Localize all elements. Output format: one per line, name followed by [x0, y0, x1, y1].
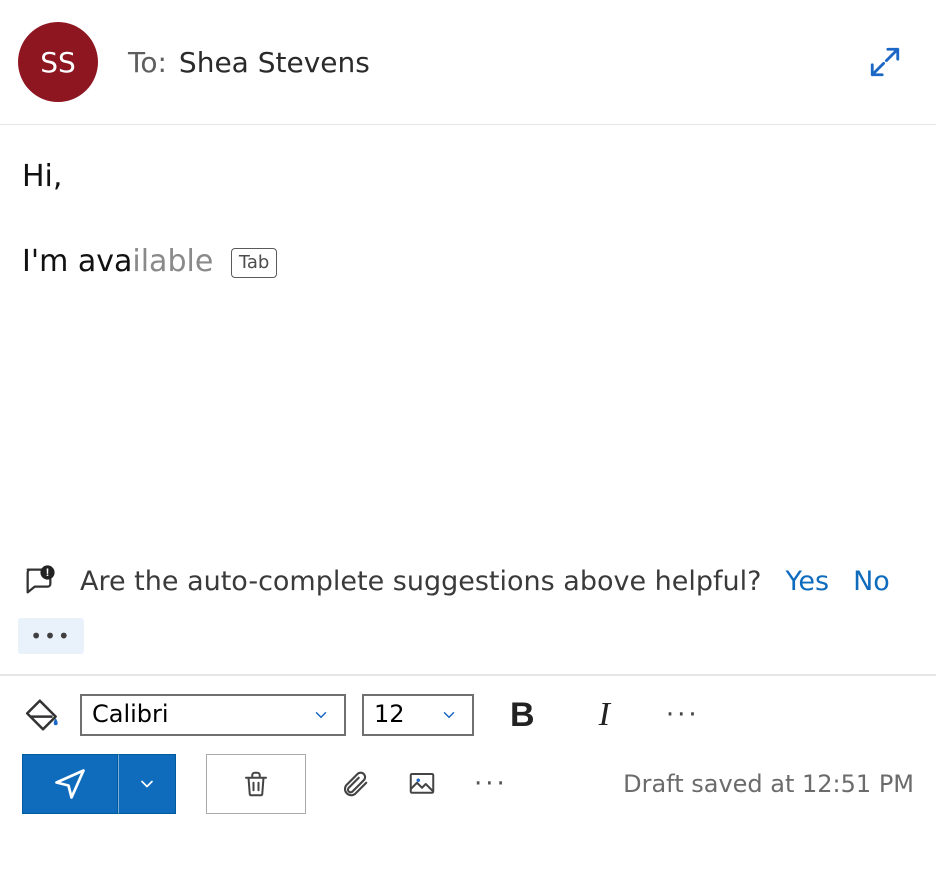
typed-text: I'm ava	[22, 244, 132, 279]
chevron-down-icon	[312, 706, 330, 724]
ellipsis-glyph: ···	[474, 769, 508, 799]
font-family-input[interactable]	[80, 694, 298, 736]
insert-image-button[interactable]	[404, 769, 440, 799]
feedback-question: Are the auto-complete suggestions above …	[80, 566, 761, 597]
paint-bucket-icon	[24, 696, 62, 734]
format-toolbar: B I ···	[0, 674, 936, 754]
send-options-dropdown[interactable]	[118, 754, 176, 814]
ellipsis-glyph: •••	[30, 624, 71, 648]
font-size-input[interactable]	[362, 694, 426, 736]
send-button[interactable]	[22, 754, 118, 814]
to-label: To:	[128, 46, 167, 79]
typed-text: Hi,	[22, 159, 62, 194]
message-body[interactable]: Hi, I'm available Tab	[0, 125, 936, 336]
feedback-icon: !	[22, 564, 56, 598]
to-field[interactable]: To: Shea Stevens	[128, 46, 370, 79]
image-icon	[404, 769, 440, 799]
compose-header: SS To: Shea Stevens	[0, 0, 936, 125]
autocomplete-suggestion: ilable	[132, 244, 213, 279]
bold-button[interactable]: B	[502, 696, 543, 735]
expand-quote-button[interactable]: •••	[18, 618, 84, 654]
more-format-button[interactable]: ···	[666, 700, 700, 730]
font-family-combo[interactable]	[80, 694, 346, 736]
avatar-initials: SS	[40, 46, 76, 79]
chevron-down-icon	[137, 774, 157, 794]
attach-button[interactable]	[340, 767, 370, 801]
to-value: Shea Stevens	[179, 46, 370, 79]
autocomplete-feedback-bar: ! Are the auto-complete suggestions abov…	[0, 556, 936, 612]
feedback-yes-link[interactable]: Yes	[785, 566, 829, 597]
send-icon	[52, 766, 88, 802]
format-painter-button[interactable]	[22, 694, 64, 736]
body-line: Hi,	[22, 157, 914, 198]
feedback-no-link[interactable]: No	[853, 566, 890, 597]
send-split-button	[22, 754, 176, 814]
italic-button[interactable]: I	[587, 696, 622, 734]
font-size-combo[interactable]	[362, 694, 474, 736]
tab-key-hint: Tab	[231, 248, 277, 278]
paperclip-icon	[340, 767, 370, 801]
expand-button[interactable]	[862, 39, 908, 85]
chevron-down-icon	[440, 706, 458, 724]
font-family-dropdown[interactable]	[298, 694, 346, 736]
compose-action-bar: ··· Draft saved at 12:51 PM	[0, 754, 936, 838]
trash-icon	[241, 769, 271, 799]
svg-text:!: !	[46, 567, 50, 579]
draft-status: Draft saved at 12:51 PM	[623, 770, 914, 798]
body-more-row: •••	[0, 612, 936, 674]
recipient-avatar: SS	[18, 22, 98, 102]
expand-icon	[868, 45, 902, 79]
more-actions-button[interactable]: ···	[474, 769, 508, 799]
body-line: I'm available Tab	[22, 242, 914, 283]
font-size-dropdown[interactable]	[426, 694, 474, 736]
discard-button[interactable]	[206, 754, 306, 814]
tab-key-label: Tab	[239, 251, 269, 275]
